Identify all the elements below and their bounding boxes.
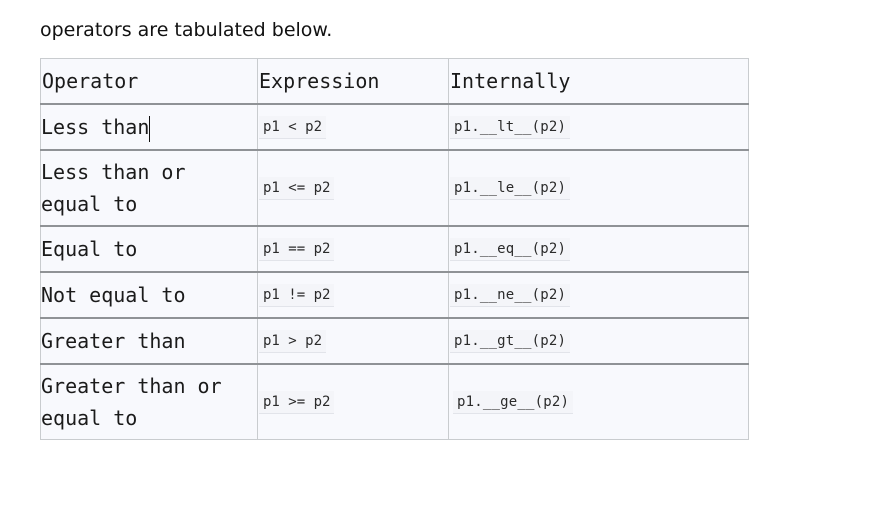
intro-text: operators are tabulated below. bbox=[40, 19, 333, 41]
expression-cell: p1 < p2 bbox=[257, 103, 449, 151]
operator-cell[interactable]: Less than bbox=[40, 103, 258, 151]
table-row: Greater than p1 > p2 p1.__gt__(p2) bbox=[40, 317, 749, 365]
operator-label: Less than bbox=[41, 115, 150, 139]
expression-code: p1 != p2 bbox=[259, 283, 335, 307]
table-row: Greater than or equal to p1 >= p2 p1.__g… bbox=[40, 363, 749, 440]
expression-cell: p1 > p2 bbox=[257, 317, 449, 365]
operator-label: Greater than or equal to bbox=[41, 374, 222, 430]
internally-code: p1.__le__(p2) bbox=[450, 176, 571, 200]
table-row: Less than p1 < p2 p1.__lt__(p2) bbox=[40, 103, 749, 151]
table-header-row: Operator Expression Internally bbox=[40, 58, 749, 105]
internally-code: p1.__ge__(p2) bbox=[453, 390, 574, 414]
expression-code: p1 >= p2 bbox=[259, 390, 335, 414]
header-operator: Operator bbox=[40, 58, 258, 105]
table-row: Equal to p1 == p2 p1.__eq__(p2) bbox=[40, 225, 749, 273]
internally-cell: p1.__lt__(p2) bbox=[448, 103, 749, 151]
internally-code: p1.__eq__(p2) bbox=[450, 237, 571, 261]
operator-cell: Greater than bbox=[40, 317, 258, 365]
operator-cell: Equal to bbox=[40, 225, 258, 273]
internally-code: p1.__lt__(p2) bbox=[450, 115, 571, 139]
internally-cell: p1.__ge__(p2) bbox=[448, 363, 749, 440]
operator-label: Greater than bbox=[41, 329, 186, 353]
operator-label: Less than or equal to bbox=[41, 160, 186, 216]
table-row: Not equal to p1 != p2 p1.__ne__(p2) bbox=[40, 271, 749, 319]
expression-code: p1 <= p2 bbox=[259, 176, 335, 200]
expression-cell: p1 != p2 bbox=[257, 271, 449, 319]
table-row: Less than or equal to p1 <= p2 p1.__le__… bbox=[40, 149, 749, 227]
text-cursor bbox=[149, 115, 151, 142]
operators-table: Operator Expression Internally Less than… bbox=[40, 58, 749, 440]
expression-cell: p1 <= p2 bbox=[257, 149, 449, 227]
header-expression-label: Expression bbox=[259, 69, 380, 93]
expression-code: p1 > p2 bbox=[259, 329, 327, 353]
internally-code: p1.__ne__(p2) bbox=[450, 283, 571, 307]
internally-cell: p1.__ne__(p2) bbox=[448, 271, 749, 319]
expression-code: p1 == p2 bbox=[259, 237, 335, 261]
operator-label: Equal to bbox=[41, 237, 138, 261]
expression-cell: p1 == p2 bbox=[257, 225, 449, 273]
internally-cell: p1.__gt__(p2) bbox=[448, 317, 749, 365]
operator-cell: Less than or equal to bbox=[40, 149, 258, 227]
header-expression: Expression bbox=[257, 58, 449, 105]
header-internally-label: Internally bbox=[450, 69, 571, 93]
internally-cell: p1.__le__(p2) bbox=[448, 149, 749, 227]
header-operator-label: Operator bbox=[42, 69, 139, 93]
expression-code: p1 < p2 bbox=[259, 115, 327, 139]
internally-cell: p1.__eq__(p2) bbox=[448, 225, 749, 273]
operator-cell: Not equal to bbox=[40, 271, 258, 319]
internally-code: p1.__gt__(p2) bbox=[450, 329, 571, 353]
operator-label: Not equal to bbox=[41, 283, 186, 307]
operator-cell: Greater than or equal to bbox=[40, 363, 258, 440]
expression-cell: p1 >= p2 bbox=[257, 363, 449, 440]
header-internally: Internally bbox=[448, 58, 749, 105]
